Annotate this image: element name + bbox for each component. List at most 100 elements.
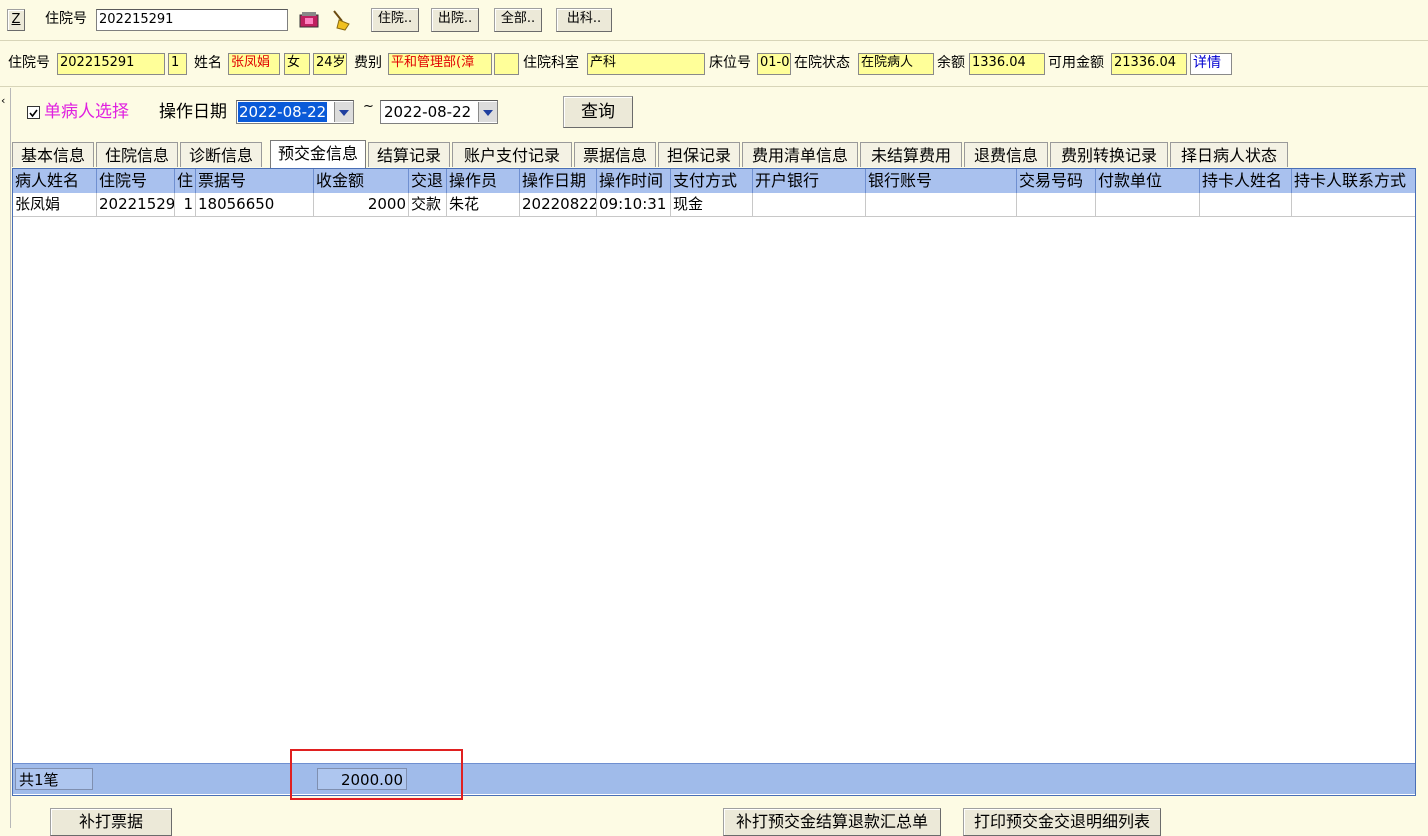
date-from-picker[interactable]: 2022-08-22 — [236, 100, 354, 124]
col-header-bank[interactable]: 开户银行 — [753, 169, 866, 193]
op-date-label: 操作日期 — [159, 102, 227, 122]
name-label: 姓名 — [194, 55, 222, 71]
dept-label: 住院科室 — [523, 55, 579, 71]
col-header-payer[interactable]: 付款单位 — [1096, 169, 1200, 193]
query-button[interactable]: 查询 — [563, 96, 633, 128]
patient-name-field: 张凤娟 — [228, 53, 280, 75]
tab-settlement-records[interactable]: 结算记录 — [368, 142, 450, 167]
cell-cardholder-name — [1200, 193, 1292, 216]
date-range-tilde: ~ — [363, 99, 374, 114]
chevron-down-icon[interactable] — [334, 102, 353, 122]
tab-deposit-info[interactable]: 预交金信息 — [270, 140, 366, 168]
balance-label: 余额 — [937, 55, 965, 71]
collapse-arrow-icon[interactable]: ‹ — [1, 94, 5, 107]
col-header-times[interactable]: 住 — [175, 169, 196, 193]
available-label: 可用金额 — [1048, 55, 1104, 71]
cell-operator: 朱花 — [447, 193, 520, 216]
dept-field: 产科 — [587, 53, 705, 75]
left-collapse-strip[interactable]: ‹ — [0, 88, 11, 828]
fee-type-extra-field — [494, 53, 519, 75]
col-header-amount[interactable]: 收金额 — [314, 169, 409, 193]
date-from-value: 2022-08-22 — [238, 102, 328, 122]
tab-account-payment[interactable]: 账户支付记录 — [452, 142, 572, 167]
single-patient-label[interactable]: 单病人选择 — [44, 102, 129, 122]
all-button[interactable]: 全部.. — [494, 8, 542, 32]
tab-inpatient-info[interactable]: 住院信息 — [96, 142, 178, 167]
col-header-pay-refund[interactable]: 交退 — [409, 169, 447, 193]
admission-no-input[interactable]: 202215291 — [96, 9, 288, 31]
cell-pay-method: 现金 — [671, 193, 753, 216]
col-header-bank-account[interactable]: 银行账号 — [866, 169, 1017, 193]
col-header-cardholder-contact[interactable]: 持卡人联系方式 — [1292, 169, 1415, 193]
cell-payer — [1096, 193, 1200, 216]
reprint-summary-button[interactable]: 补打预交金结算退款汇总单 — [723, 808, 941, 836]
tab-basic-info[interactable]: 基本信息 — [12, 142, 94, 167]
discharge-button[interactable]: 出院.. — [431, 8, 479, 32]
cell-amount: 2000 — [314, 193, 409, 216]
cell-cardholder-contact — [1292, 193, 1415, 216]
age-field: 24岁 — [313, 53, 347, 75]
z-button[interactable]: Z — [7, 9, 25, 31]
cell-pay-refund: 交款 — [409, 193, 447, 216]
tab-fee-list-info[interactable]: 费用清单信息 — [742, 142, 858, 167]
tab-unsettled-fees[interactable]: 未结算费用 — [860, 142, 962, 167]
col-header-receipt-no[interactable]: 票据号 — [196, 169, 314, 193]
col-header-op-time[interactable]: 操作时间 — [597, 169, 671, 193]
table-row[interactable]: 张凤娟 20221529 1 18056650 2000 交款 朱花 20220… — [13, 193, 1415, 217]
cell-admission-no: 20221529 — [97, 193, 175, 216]
admission-times-field: 1 — [168, 53, 187, 75]
date-to-picker[interactable]: 2022-08-22 — [380, 100, 498, 124]
admission-no-label: 住院号 — [45, 11, 87, 27]
cell-times: 1 — [175, 193, 196, 216]
separator — [0, 86, 1428, 87]
patient-admission-no-field: 202215291 — [57, 53, 165, 75]
cell-op-time: 09:10:31 — [597, 193, 671, 216]
footer-count: 共1笔 — [15, 768, 93, 790]
date-to-value: 2022-08-22 — [384, 103, 472, 121]
tab-diagnosis-info[interactable]: 诊断信息 — [180, 142, 262, 167]
tab-refund-info[interactable]: 退费信息 — [964, 142, 1048, 167]
out-dept-button[interactable]: 出科.. — [556, 8, 612, 32]
cell-op-date: 20220822 — [520, 193, 597, 216]
single-patient-checkbox[interactable] — [27, 106, 40, 119]
available-field: 21336.04 — [1111, 53, 1187, 75]
col-header-cardholder-name[interactable]: 持卡人姓名 — [1200, 169, 1292, 193]
status-field: 在院病人 — [858, 53, 934, 75]
bed-field: 01-0 — [757, 53, 791, 75]
cell-bank — [753, 193, 866, 216]
tab-guarantee-records[interactable]: 担保记录 — [658, 142, 740, 167]
fee-type-field: 平和管理部(漳 — [388, 53, 492, 75]
chevron-down-icon[interactable] — [478, 102, 497, 122]
reprint-receipt-button[interactable]: 补打票据 — [50, 808, 172, 836]
detail-link[interactable]: 详情 — [1190, 53, 1232, 75]
table-footer: 共1笔 2000.00 — [13, 763, 1415, 794]
status-label: 在院状态 — [794, 55, 850, 71]
col-header-admission-no[interactable]: 住院号 — [97, 169, 175, 193]
cell-patient-name: 张凤娟 — [13, 193, 97, 216]
checkmark-icon — [29, 109, 38, 118]
bed-label: 床位号 — [709, 55, 751, 71]
highlight-box — [290, 749, 463, 800]
inpatient-button[interactable]: 住院.. — [371, 8, 419, 32]
tab-scheduled-patient-status[interactable]: 择日病人状态 — [1170, 142, 1288, 167]
table-header: 病人姓名 住院号 住 票据号 收金额 交退 操作员 操作日期 操作时间 支付方式… — [13, 169, 1415, 193]
col-header-operator[interactable]: 操作员 — [447, 169, 520, 193]
col-header-patient-name[interactable]: 病人姓名 — [13, 169, 97, 193]
patient-admission-no-label: 住院号 — [8, 55, 50, 71]
cell-transaction-no — [1017, 193, 1096, 216]
balance-field: 1336.04 — [969, 53, 1045, 75]
col-header-pay-method[interactable]: 支付方式 — [671, 169, 753, 193]
print-detail-list-button[interactable]: 打印预交金交退明细列表 — [963, 808, 1161, 836]
cell-receipt-no: 18056650 — [196, 193, 314, 216]
col-header-transaction-no[interactable]: 交易号码 — [1017, 169, 1096, 193]
separator — [0, 40, 1428, 41]
cell-bank-account — [866, 193, 1017, 216]
col-header-op-date[interactable]: 操作日期 — [520, 169, 597, 193]
broom-clear-icon[interactable] — [330, 8, 352, 32]
gender-field: 女 — [284, 53, 310, 75]
tab-fee-type-change[interactable]: 费别转换记录 — [1050, 142, 1168, 167]
fee-type-label: 费别 — [354, 55, 382, 71]
card-reader-icon[interactable] — [298, 9, 320, 31]
tab-receipt-info[interactable]: 票据信息 — [574, 142, 656, 167]
deposit-table: 病人姓名 住院号 住 票据号 收金额 交退 操作员 操作日期 操作时间 支付方式… — [12, 168, 1416, 796]
